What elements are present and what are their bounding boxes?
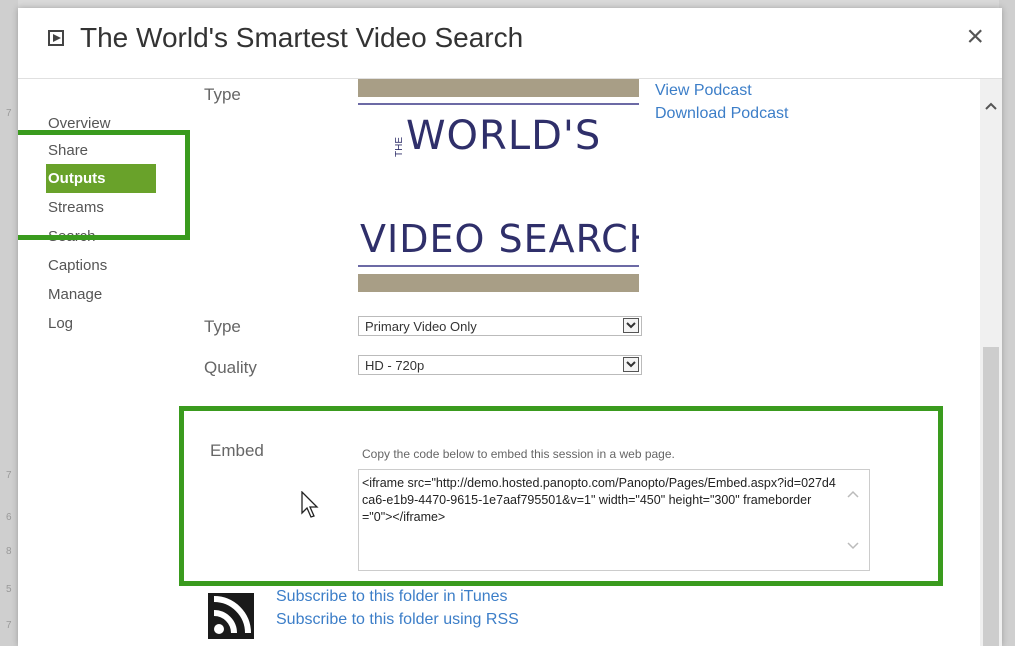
podcast-type-label: Type [204, 85, 241, 104]
background-number: 6 [6, 512, 12, 523]
rss-icon[interactable] [208, 593, 254, 639]
background-number: 8 [6, 546, 12, 557]
nav-item-manage[interactable]: Manage [48, 280, 156, 309]
dialog-title: The World's Smartest Video Search [80, 22, 524, 53]
thumbnail-rule [358, 265, 639, 267]
highlight-box-embed [179, 406, 943, 586]
thumbnail-top-bar [358, 79, 639, 97]
thumbnail-the-text: THE [394, 137, 405, 157]
video-play-icon [48, 30, 64, 46]
dialog-titlebar: The World's Smartest Video Search × [18, 8, 1002, 79]
thumbnail-worlds-text: WORLD'S [406, 113, 602, 159]
thumbnail-rule [358, 103, 639, 105]
thumbnail-bottom-bar [358, 274, 639, 292]
podcast-thumbnail: THE WORLD'S VIDEO SEARCH [358, 79, 639, 292]
chevron-up-icon[interactable] [985, 97, 997, 115]
type-select[interactable]: Primary Video Only [358, 316, 642, 336]
nav-item-log[interactable]: Log [48, 309, 156, 338]
highlight-box-nav [18, 130, 190, 240]
background-number: 5 [6, 584, 12, 595]
quality-select-value: HD - 720p [365, 358, 425, 373]
content-scrollbar[interactable] [980, 79, 1002, 646]
thumbnail-video-search-text: VIDEO SEARCH [360, 217, 639, 261]
scrollbar-thumb[interactable] [983, 347, 999, 646]
nav-item-captions[interactable]: Captions [48, 251, 156, 280]
chevron-down-icon[interactable] [623, 318, 639, 333]
background-number: 7 [6, 470, 12, 481]
close-button[interactable]: × [966, 22, 984, 52]
type-select-value: Primary Video Only [365, 319, 477, 334]
session-settings-dialog: The World's Smartest Video Search × Over… [18, 8, 1002, 646]
quality-select[interactable]: HD - 720p [358, 355, 642, 375]
background-number: 7 [6, 620, 12, 631]
chevron-down-icon[interactable] [623, 357, 639, 372]
subscribe-itunes-link[interactable]: Subscribe to this folder in iTunes [276, 588, 508, 606]
view-podcast-link[interactable]: View Podcast [655, 82, 752, 100]
quality-label: Quality [204, 358, 257, 377]
subscribe-rss-link[interactable]: Subscribe to this folder using RSS [276, 611, 519, 629]
type-label: Type [204, 317, 241, 336]
background-number: 7 [6, 108, 12, 119]
download-podcast-link[interactable]: Download Podcast [655, 105, 788, 123]
